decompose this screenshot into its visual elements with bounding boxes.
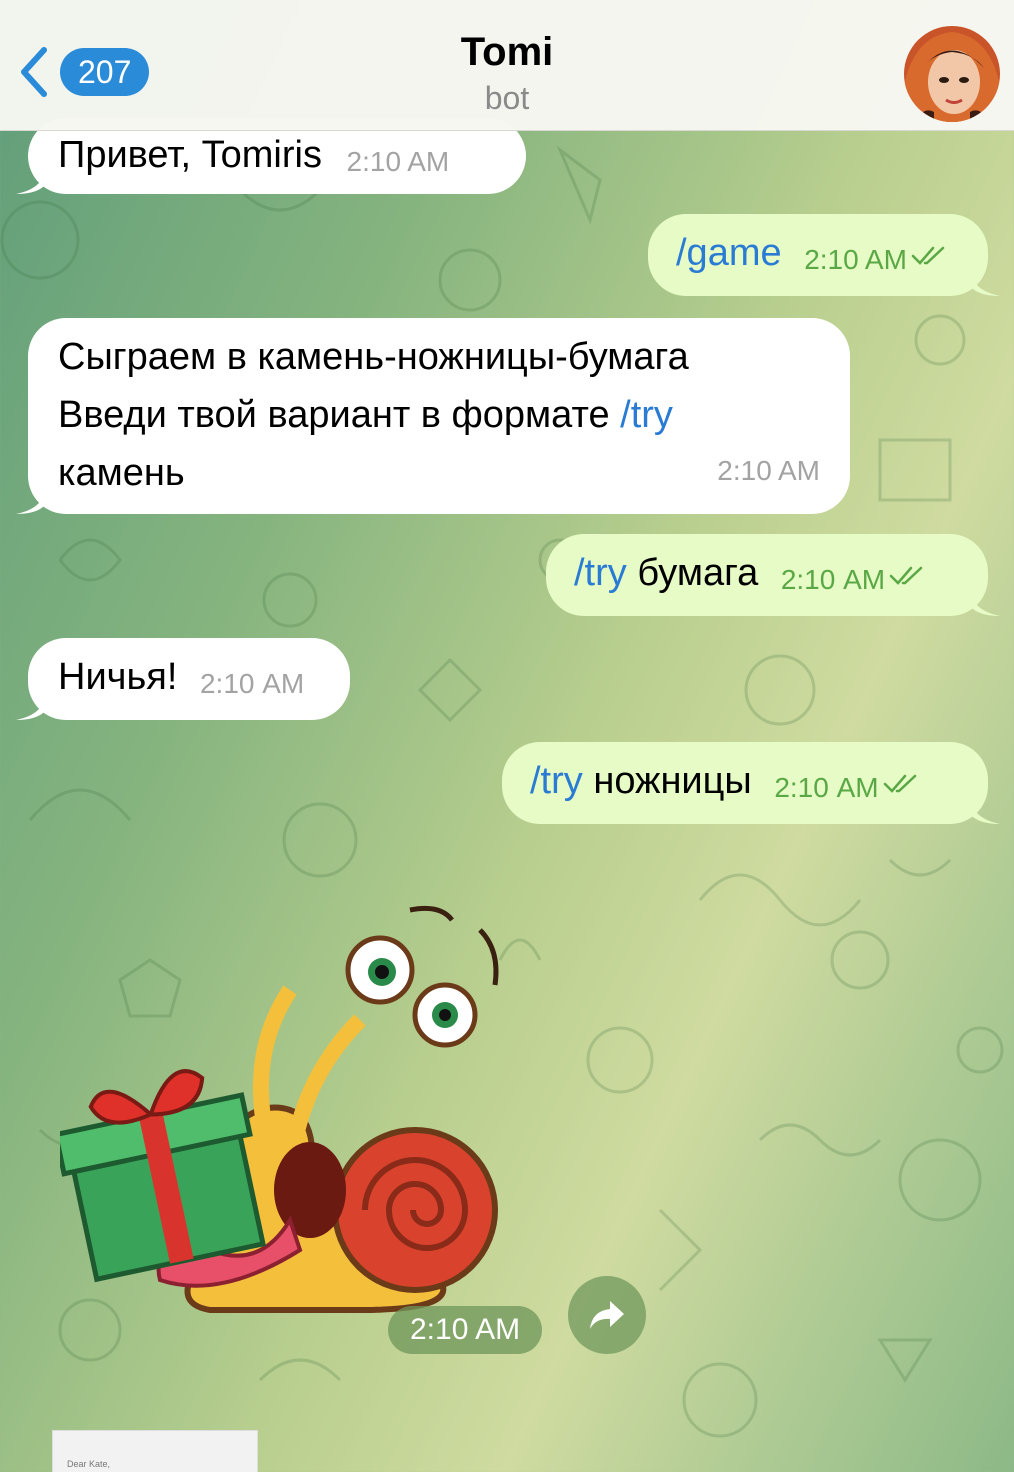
- thumbnail-text: Dear Kate,: [67, 1459, 111, 1469]
- snail-sticker[interactable]: [52, 890, 520, 1330]
- double-check-icon: [883, 774, 916, 793]
- message-text: камень: [58, 452, 185, 494]
- command-link[interactable]: /try: [530, 760, 583, 802]
- message-time: 2:10 AM: [199, 668, 305, 699]
- chat-header: 207 Tomi bot: [0, 0, 1014, 131]
- bubble-tail: [16, 164, 46, 194]
- forward-button[interactable]: [568, 1276, 646, 1354]
- message-time: 2:10 AM: [774, 772, 879, 803]
- message-time: 2:10 AM: [717, 455, 820, 486]
- chat-title-block[interactable]: Tomi bot: [0, 26, 1014, 118]
- message-bubble-incoming[interactable]: Ничья! 2:10 AM: [16, 638, 350, 720]
- message-text: Ничья!: [58, 656, 178, 698]
- bubble-tail: [970, 586, 1000, 616]
- message-bubble-outgoing[interactable]: /try ножницы 2:10 AM: [502, 742, 1000, 824]
- message-line: Введи твой вариант в формате /try: [58, 386, 820, 444]
- message-bubble-outgoing[interactable]: /game 2:10 AM: [648, 214, 1000, 296]
- avatar[interactable]: [904, 26, 1000, 122]
- message-time: 2:10 AM: [346, 146, 450, 177]
- bubble-tail: [970, 794, 1000, 824]
- command-link[interactable]: /try: [620, 394, 673, 436]
- message-time: 2:10 AM: [780, 564, 886, 595]
- message-text: ножницы: [582, 760, 752, 802]
- document-thumbnail[interactable]: Dear Kate,: [52, 1430, 258, 1472]
- message-text: Привет, Tomiris: [58, 134, 322, 176]
- command-link[interactable]: /game: [676, 232, 782, 274]
- double-check-icon: [889, 566, 923, 585]
- bubble-tail: [970, 266, 1000, 296]
- command-link[interactable]: /try: [574, 552, 627, 594]
- sticker-time: 2:10 AM: [388, 1306, 543, 1354]
- forward-icon: [590, 1301, 624, 1329]
- message-text: Введи твой вариант в формате: [58, 394, 621, 436]
- message-text: бумага: [626, 552, 759, 594]
- bubble-tail: [16, 690, 46, 720]
- double-check-icon: [911, 246, 945, 265]
- message-bubble-outgoing[interactable]: /try бумага 2:10 AM: [546, 534, 1000, 616]
- message-line: Сыграем в камень-ножницы-бумага: [58, 336, 689, 378]
- message-time: 2:10 AM: [804, 244, 907, 275]
- message-line: камень: [58, 444, 820, 502]
- message-bubble-incoming[interactable]: Сыграем в камень-ножницы-бумага Введи тв…: [16, 318, 850, 514]
- chat-subtitle: bot: [484, 80, 530, 116]
- chat-title: Tomi: [460, 30, 554, 74]
- bubble-tail: [16, 484, 46, 514]
